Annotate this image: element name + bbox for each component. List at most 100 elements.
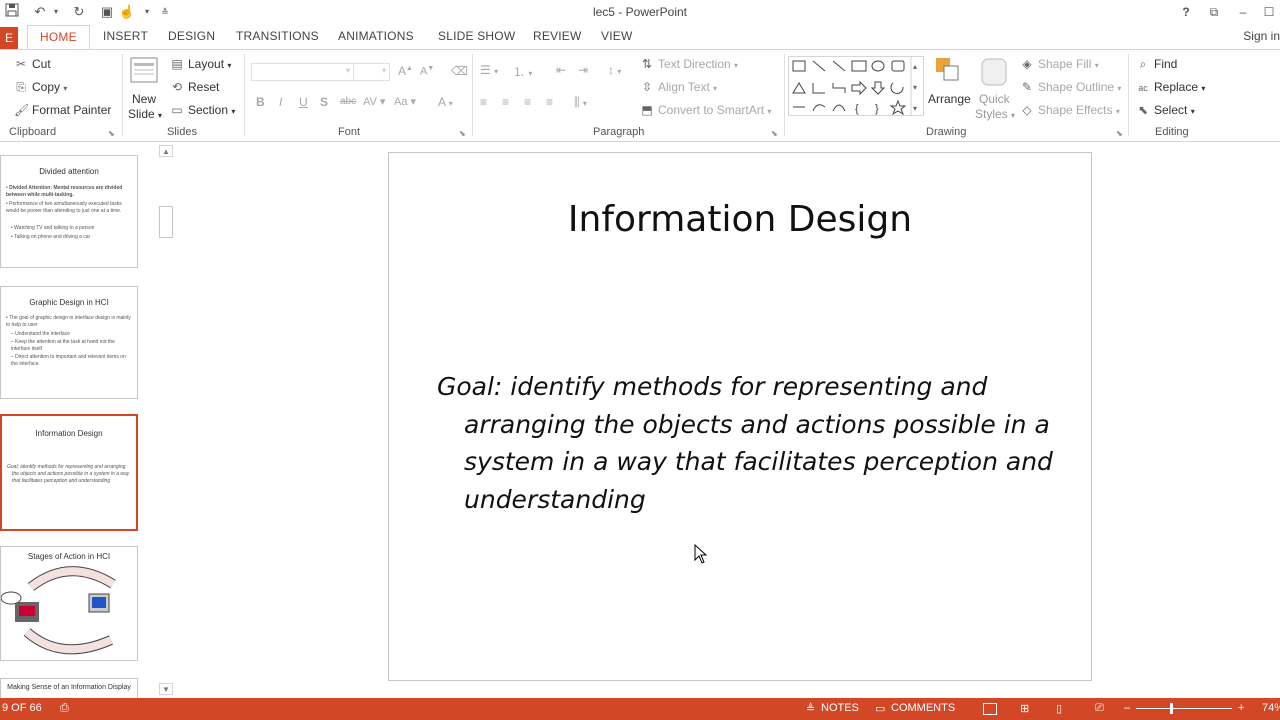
- text-direction-button[interactable]: ⇅ Text Direction ▾: [640, 57, 738, 71]
- scroll-up-icon[interactable]: ▲: [159, 145, 173, 157]
- slideshow-icon[interactable]: ⎚: [1095, 702, 1104, 715]
- thumbnail-text: • Divided Attention: Mental resources ar…: [6, 185, 123, 198]
- zoom-in-icon[interactable]: +: [1238, 702, 1244, 714]
- change-case-icon[interactable]: Aa ▾: [394, 95, 416, 108]
- slide-thumbnail-pane[interactable]: Divided attention • Divided Attention: M…: [0, 143, 176, 703]
- paragraph-launcher-icon[interactable]: ⬊: [771, 129, 778, 138]
- comments-button[interactable]: COMMENTS: [891, 702, 955, 714]
- increase-indent-icon[interactable]: ⇥: [578, 63, 588, 77]
- find-button[interactable]: ⌕ Find: [1136, 57, 1178, 72]
- shadow-icon[interactable]: S: [320, 95, 328, 109]
- help-icon[interactable]: ?: [1175, 3, 1197, 21]
- font-name-combo[interactable]: ▾: [251, 63, 354, 81]
- minimize-icon[interactable]: –: [1232, 3, 1254, 21]
- columns-icon[interactable]: ⫼ ▾: [574, 95, 587, 110]
- convert-smartart-button[interactable]: ⬒ Convert to SmartArt ▾: [640, 103, 771, 117]
- tab-file[interactable]: E: [0, 27, 18, 49]
- align-center-icon[interactable]: ≡: [502, 95, 509, 109]
- char-spacing-icon[interactable]: AV ▾: [363, 95, 385, 108]
- zoom-slider[interactable]: [1136, 708, 1232, 709]
- tab-transitions[interactable]: TRANSITIONS: [236, 29, 319, 43]
- tab-slide-show[interactable]: SLIDE SHOW: [438, 29, 515, 43]
- slide-body[interactable]: Goal: identify methods for representing …: [437, 368, 1067, 518]
- shapes-gallery[interactable]: {} ▴ ▾ ▾: [788, 56, 924, 116]
- format-painter-button[interactable]: 🖌 Format Painter: [14, 103, 111, 117]
- decrease-indent-icon[interactable]: ⇤: [556, 63, 566, 77]
- ribbon-display-icon[interactable]: ⧉: [1203, 3, 1225, 21]
- bullets-icon[interactable]: ☰ ▾: [480, 63, 498, 77]
- sign-in-link[interactable]: Sign in: [1243, 29, 1280, 43]
- slide-canvas[interactable]: Information Design Goal: identify method…: [388, 152, 1092, 681]
- pencil-icon: ✎: [1021, 80, 1033, 94]
- layout-button[interactable]: ▤ Layout ▾: [170, 57, 231, 71]
- notes-icon[interactable]: ≜: [806, 702, 815, 715]
- tab-home[interactable]: HOME: [27, 25, 90, 50]
- new-slide-icon[interactable]: [130, 54, 160, 86]
- stages-of-action-diagram: [1, 566, 116, 655]
- replace-button[interactable]: ac Replace ▾: [1136, 80, 1205, 94]
- new-slide-label-2[interactable]: Slide ▾: [128, 107, 162, 121]
- italic-icon[interactable]: I: [279, 95, 282, 109]
- spellcheck-icon[interactable]: ⎙: [60, 702, 69, 715]
- align-right-icon[interactable]: ≡: [524, 95, 531, 109]
- section-button[interactable]: ▭ Section ▾: [170, 103, 235, 117]
- normal-view-icon[interactable]: [983, 703, 997, 715]
- cut-button[interactable]: ✂ Cut: [14, 57, 51, 71]
- font-size-combo[interactable]: ▾: [353, 63, 390, 81]
- new-slide-label[interactable]: New: [132, 92, 156, 106]
- align-text-icon: ⇳: [641, 80, 653, 94]
- clear-format-icon[interactable]: ⌫: [451, 64, 468, 78]
- line-spacing-icon[interactable]: ↕ ▾: [608, 63, 621, 77]
- tab-design[interactable]: DESIGN: [168, 29, 215, 43]
- font-launcher-icon[interactable]: ⬊: [459, 129, 466, 138]
- reset-button[interactable]: ⟲ Reset: [170, 80, 219, 94]
- strikethrough-icon[interactable]: abc: [340, 96, 356, 107]
- tab-review[interactable]: REVIEW: [533, 29, 582, 43]
- drawing-launcher-icon[interactable]: ⬊: [1116, 129, 1123, 138]
- shape-fill-button[interactable]: ◈ Shape Fill ▾: [1020, 57, 1098, 71]
- zoom-out-icon[interactable]: –: [1124, 702, 1130, 714]
- select-button[interactable]: ⬉ Select ▾: [1136, 103, 1195, 117]
- scroll-down-icon[interactable]: ▼: [159, 683, 173, 695]
- align-left-icon[interactable]: ≡: [480, 95, 487, 109]
- tab-view[interactable]: VIEW: [601, 29, 632, 43]
- thumbnail-text: • The goal of graphic design in interfac…: [6, 315, 131, 328]
- align-text-button[interactable]: ⇳ Align Text ▾: [640, 80, 717, 94]
- reading-view-icon[interactable]: ▯: [1056, 702, 1062, 715]
- shrink-font-icon[interactable]: A▼: [420, 65, 434, 78]
- scrollbar-thumb[interactable]: [159, 206, 173, 238]
- bold-icon[interactable]: B: [256, 95, 265, 109]
- slide-thumbnail-selected[interactable]: Information Design Goal: identify method…: [0, 414, 138, 531]
- arrange-button[interactable]: Arrange: [928, 92, 971, 106]
- tab-insert[interactable]: INSERT: [103, 29, 148, 43]
- slide-count[interactable]: 9 OF 66: [2, 702, 42, 714]
- shape-effects-button[interactable]: ◇ Shape Effects ▾: [1020, 103, 1119, 117]
- thumbnail-scrollbar[interactable]: ▲ ▼: [157, 143, 175, 698]
- maximize-icon[interactable]: ☐: [1258, 3, 1280, 21]
- quick-styles-icon[interactable]: [980, 56, 1008, 88]
- zoom-level[interactable]: 74%: [1262, 702, 1280, 714]
- slide-title[interactable]: Information Design: [389, 199, 1091, 240]
- shape-outline-button[interactable]: ✎ Shape Outline ▾: [1020, 80, 1121, 94]
- slide-sorter-icon[interactable]: ⊞: [1020, 702, 1029, 715]
- notes-button[interactable]: NOTES: [821, 702, 859, 714]
- slide-thumbnail[interactable]: Divided attention • Divided Attention: M…: [0, 155, 138, 268]
- clipboard-launcher-icon[interactable]: ⬊: [108, 129, 115, 138]
- zoom-slider-thumb[interactable]: [1170, 703, 1173, 714]
- comments-icon[interactable]: ▭: [875, 702, 885, 715]
- text-direction-icon: ⇅: [641, 57, 653, 71]
- tab-animations[interactable]: ANIMATIONS: [338, 29, 414, 43]
- arrange-icon[interactable]: [934, 56, 962, 84]
- slide-thumbnail[interactable]: Graphic Design in HCI • The goal of grap…: [0, 286, 138, 399]
- justify-icon[interactable]: ≡: [546, 95, 553, 109]
- slide-thumbnail[interactable]: Stages of Action in HCI: [0, 546, 138, 661]
- grow-font-icon[interactable]: A▲: [398, 64, 413, 78]
- underline-icon[interactable]: U: [299, 95, 308, 109]
- thumbnail-text: • Talking on phone and driving a car: [11, 234, 91, 240]
- copy-button[interactable]: ⎘ Copy ▾: [14, 80, 67, 95]
- numbering-icon[interactable]: ⒈ ▾: [513, 63, 532, 80]
- quick-styles-label-2[interactable]: Styles ▾: [975, 107, 1015, 121]
- font-color-icon[interactable]: A ▾: [438, 95, 453, 109]
- ribbon-tabs: E HOME INSERT DESIGN TRANSITIONS ANIMATI…: [0, 25, 1280, 50]
- quick-styles-label[interactable]: Quick: [979, 92, 1010, 106]
